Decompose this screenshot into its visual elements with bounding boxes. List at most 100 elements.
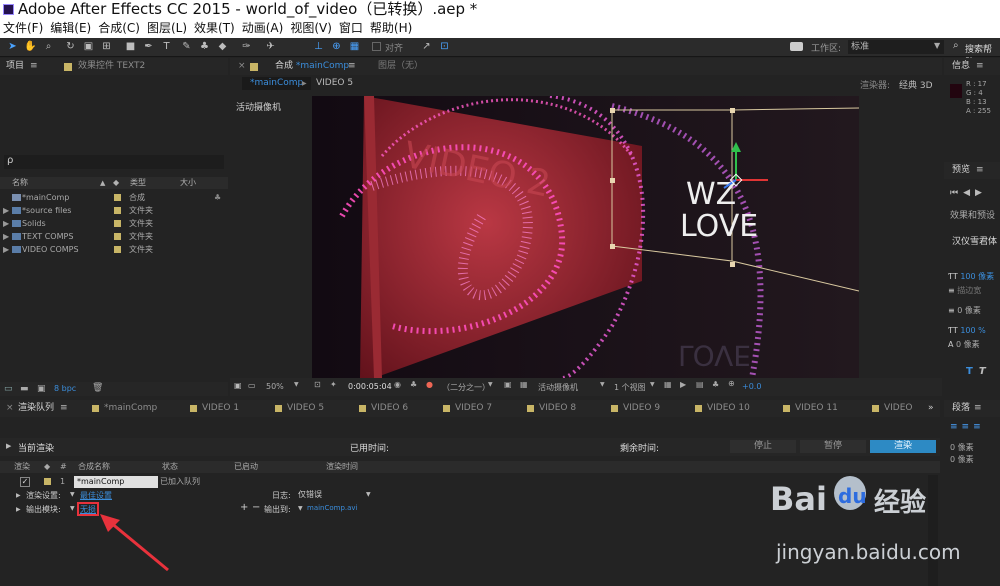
expand-arrow-icon[interactable]: ▶ — [3, 204, 9, 217]
timecode[interactable]: 0:00:05:04 — [348, 382, 392, 391]
expand-arrow-icon[interactable]: ▶ — [16, 506, 21, 513]
exposure-value[interactable]: +0.0 — [742, 382, 761, 391]
rectangle-tool-icon[interactable]: ■ — [124, 41, 137, 53]
type-tool-icon[interactable]: T — [160, 41, 173, 53]
tab-render-queue[interactable]: 渲染队列 — [18, 400, 54, 417]
more-tabs-icon[interactable]: » — [928, 400, 934, 417]
expand-arrow-icon[interactable]: ▶ — [3, 230, 9, 243]
list-item[interactable]: ▶ *source files 文件夹 — [0, 204, 228, 217]
tab-maincomp[interactable]: *mainComp — [104, 400, 157, 417]
align-center-icon[interactable]: ≡ — [962, 422, 974, 432]
renderer-value[interactable]: 经典 3D — [899, 78, 933, 91]
roto-brush-tool-icon[interactable]: ✑ — [240, 41, 253, 53]
close-icon[interactable]: × — [6, 400, 14, 417]
panel-menu-icon[interactable]: ≡ — [974, 403, 982, 413]
snapshot-icon[interactable]: ◉ — [394, 380, 401, 389]
workspace-select[interactable]: 标准 — [848, 40, 944, 54]
views-select[interactable]: 1 个视图 — [614, 382, 646, 393]
faux-bold-icon[interactable]: T — [966, 366, 979, 377]
tab-video-5[interactable]: VIDEO 5 — [287, 400, 324, 417]
hand-tool-icon[interactable]: ✋ — [24, 41, 37, 53]
tab-effect-controls[interactable]: 效果控件 TEXT2 — [78, 58, 145, 75]
puppet-pin-tool-icon[interactable]: ✈ — [264, 41, 277, 53]
chevron-down-icon[interactable]: ▼ — [488, 381, 493, 388]
tab-paragraph[interactable]: 段落 — [952, 403, 970, 413]
camera-view-select[interactable]: 活动摄像机 — [538, 382, 578, 393]
menu-edit[interactable]: 编辑(E) — [50, 21, 91, 35]
header-render-time[interactable]: 渲染时间 — [326, 461, 358, 473]
header-number[interactable]: # — [60, 461, 67, 473]
bpc-toggle[interactable]: 8 bpc — [54, 384, 76, 393]
expand-arrow-icon[interactable]: ▶ — [3, 217, 9, 230]
tab-preview[interactable]: 预览 — [952, 165, 970, 175]
chevron-down-icon[interactable]: ▼ — [366, 491, 371, 498]
tab-video-7[interactable]: VIDEO 7 — [455, 400, 492, 417]
show-snapshot-icon[interactable]: ♣ — [410, 380, 417, 389]
view-axis-icon[interactable]: ▦ — [348, 41, 361, 53]
scale-value[interactable]: 100 % — [960, 326, 985, 335]
output-to-link[interactable]: mainComp.avi — [307, 504, 358, 512]
chevron-down-icon[interactable]: ▼ — [70, 505, 75, 512]
panel-menu-icon[interactable]: ≡ — [348, 58, 356, 75]
camera-tool-icon[interactable]: ▣ — [82, 41, 95, 53]
tab-video[interactable]: VIDEO — [884, 400, 913, 417]
new-folder-icon[interactable]: ▬ — [20, 384, 29, 394]
zoom-select[interactable]: 50% — [266, 382, 284, 391]
safe-area-icon[interactable]: ⊡ — [314, 380, 321, 389]
snap-checkbox[interactable] — [372, 42, 381, 51]
pen-tool-icon[interactable]: ✒ — [142, 41, 155, 53]
header-render[interactable]: 渲染 — [14, 461, 30, 473]
fast-previews-icon[interactable]: ▶ — [680, 380, 686, 389]
list-item[interactable]: ▶ Solids 文件夹 — [0, 217, 228, 230]
remove-output-icon[interactable]: − — [252, 502, 260, 513]
expand-arrow-icon[interactable]: ▶ — [6, 442, 11, 450]
tab-video-9[interactable]: VIDEO 9 — [623, 400, 660, 417]
timeline-icon[interactable]: ▤ — [696, 380, 704, 389]
header-status[interactable]: 状态 — [162, 461, 178, 473]
chevron-down-icon[interactable]: ▼ — [934, 41, 940, 50]
log-select[interactable]: 仅错误 — [296, 489, 376, 501]
pan-behind-tool-icon[interactable]: ⊞ — [100, 41, 113, 53]
tab-layer[interactable]: 图层（无） — [378, 58, 423, 75]
subtab-maincomp[interactable]: *mainComp — [242, 77, 312, 90]
column-name[interactable]: 名称 — [12, 177, 28, 189]
search-icon[interactable]: ⌕ — [953, 40, 959, 51]
tab-project[interactable]: 项目 — [6, 61, 24, 71]
color-channel-icon[interactable]: ● — [426, 380, 433, 389]
list-item[interactable]: ▶ TEXT COMPS 文件夹 — [0, 230, 228, 243]
tab-video-10[interactable]: VIDEO 10 — [707, 400, 750, 417]
transparency-grid-icon[interactable]: ▦ — [520, 380, 528, 389]
mask-icon[interactable]: ✦ — [330, 380, 337, 389]
font-size-value[interactable]: 100 像素 — [960, 272, 994, 281]
snap-grid-icon[interactable]: ⊡ — [438, 41, 451, 53]
header-started[interactable]: 已启动 — [234, 461, 258, 473]
menu-layer[interactable]: 图层(L) — [147, 21, 187, 35]
item-comp-name[interactable]: *mainComp — [74, 476, 158, 488]
new-composition-icon[interactable]: ▣ — [37, 384, 46, 394]
tab-composition[interactable]: 合成 *mainComp — [275, 58, 349, 75]
chevron-down-icon[interactable]: ▼ — [600, 381, 605, 388]
expand-arrow-icon[interactable]: ▶ — [16, 492, 21, 499]
local-axis-icon[interactable]: ⊥ — [312, 41, 325, 53]
tab-info[interactable]: 信息 — [952, 61, 970, 71]
menu-help[interactable]: 帮助(H) — [370, 21, 412, 35]
expand-arrow-icon[interactable]: ▶ — [3, 243, 9, 256]
space-before-value[interactable]: 0 像素 — [950, 454, 974, 466]
menu-file[interactable]: 文件(F) — [3, 21, 43, 35]
render-settings-link[interactable]: 最佳设置 — [80, 490, 112, 501]
effects-presets-tab[interactable]: 效果和预设 — [950, 208, 995, 221]
list-item[interactable]: ▶ VIDEO COMPS 文件夹 — [0, 243, 228, 256]
delete-icon[interactable]: 🗑 — [92, 383, 103, 393]
menu-effect[interactable]: 效果(T) — [194, 21, 235, 35]
interpret-footage-icon[interactable]: ▭ — [4, 384, 13, 394]
previous-frame-icon[interactable]: ◀ — [963, 188, 975, 198]
menu-window[interactable]: 窗口 — [339, 21, 363, 35]
tracking-value[interactable]: 0 像素 — [957, 306, 981, 315]
add-output-icon[interactable]: + — [240, 502, 248, 513]
column-type[interactable]: 类型 — [130, 177, 146, 189]
menu-view[interactable]: 视图(V) — [290, 21, 332, 35]
panel-menu-icon[interactable]: ≡ — [976, 61, 984, 71]
font-family-select[interactable]: 汉仪雪君体 — [952, 234, 997, 247]
stop-button[interactable]: 停止 — [730, 440, 796, 453]
monitor-icon[interactable]: ▭ — [248, 381, 256, 390]
